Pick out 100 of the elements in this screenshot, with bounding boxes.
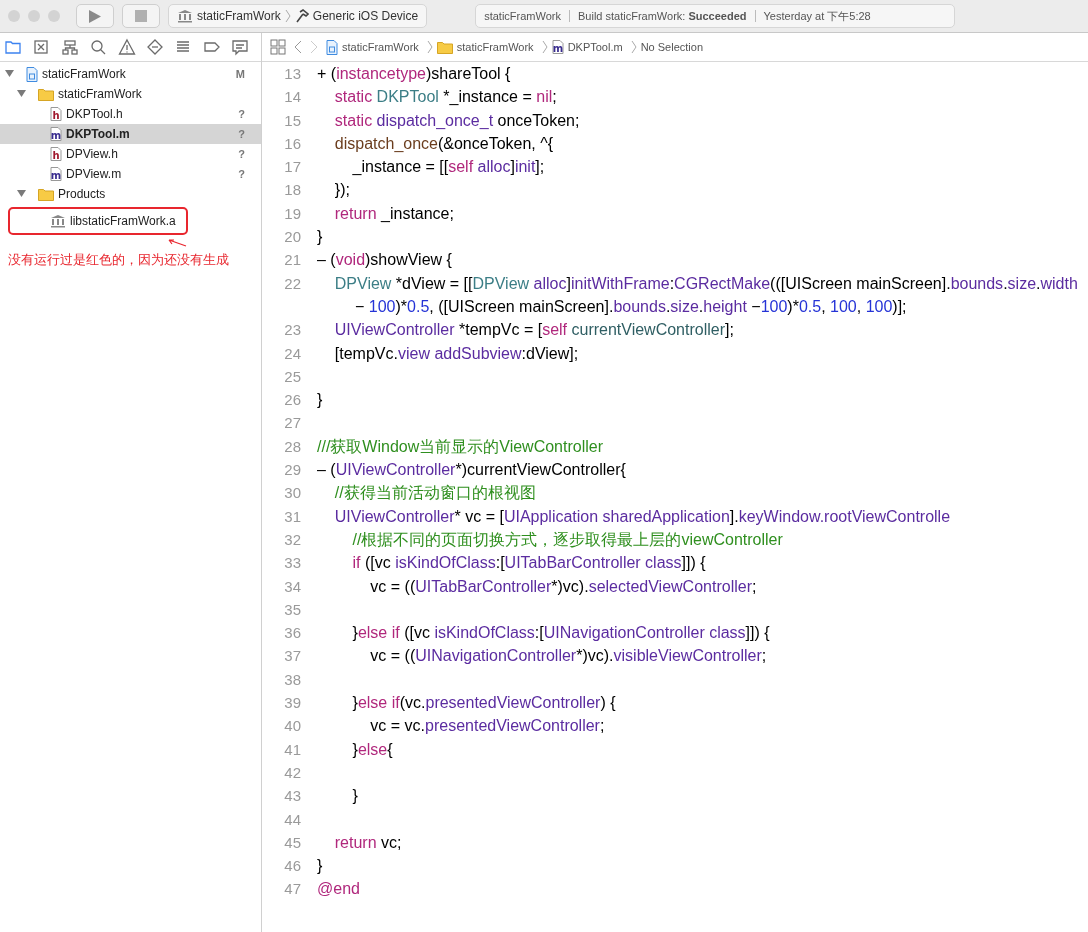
navigator-row[interactable]: m DPView.m ?	[0, 164, 261, 184]
file-name: libstaticFramWork.a	[70, 213, 176, 230]
line-number: 42	[283, 762, 301, 783]
warning-icon[interactable]	[117, 38, 136, 56]
source-file-icon: m	[50, 167, 62, 181]
code-line: + (instancetype)shareTool {	[317, 64, 511, 84]
file-name: DKPTool.h	[66, 106, 123, 123]
annotation-arrow	[167, 239, 187, 247]
disclosure-triangle-icon[interactable]	[4, 70, 14, 78]
code-line: – (UIViewController*)currentViewController{	[317, 460, 626, 481]
line-number: 29	[283, 460, 301, 481]
hammer-icon	[294, 9, 309, 23]
line-number: 37	[283, 646, 301, 667]
hierarchy-icon[interactable]	[60, 38, 79, 56]
disclosure-triangle-icon[interactable]	[16, 90, 26, 98]
folder-icon[interactable]	[4, 38, 22, 56]
code-line: return vc;	[333, 832, 402, 853]
line-number: 30	[283, 483, 301, 504]
line-number: 27	[283, 413, 301, 434]
line-number: 25	[283, 366, 301, 387]
code-line: ///获取Window当前显示的ViewController	[317, 436, 603, 457]
code-line: }else if ([vc isKindOfClass:[UINavigationController class]]) {	[351, 623, 770, 644]
code-line: if ([vc isKindOfClass:[UITabBarController class]]) {	[351, 553, 706, 574]
navigator-row[interactable]: libstaticFramWork.a	[8, 207, 188, 235]
scheme-selector[interactable]: staticFramWork Generic iOS Device	[168, 4, 428, 28]
navigator-row[interactable]: m DKPTool.m ?	[0, 124, 261, 144]
line-number: 31	[283, 506, 301, 527]
line-number: 46	[283, 856, 301, 877]
breadcrumb-item[interactable]: No Selection	[640, 38, 704, 56]
code-line: – (void)showView {	[317, 250, 452, 271]
code-line: DPView *dView = [[DPView alloc]initWithFrame:CGRectMake(([UIScreen mainScreen].bounds.size.width − 100)*0.5, ([UIScreen mainScreen].bounds.size.height −100)*0.5, 100, 100)];	[333, 273, 1079, 317]
library-icon	[177, 9, 193, 23]
navigator-row[interactable]: staticFramWork M	[0, 64, 261, 84]
code-line: }else if(vc.presentedViewController) {	[351, 693, 616, 713]
breadcrumb-item[interactable]: staticFramWork	[456, 38, 534, 56]
line-number: 19	[283, 203, 301, 224]
file-name: staticFramWork	[42, 66, 126, 83]
line-number: 13	[283, 64, 301, 84]
folder-icon	[38, 187, 54, 201]
file-name: DPView.h	[66, 146, 118, 163]
code-line: vc = ((UITabBarController*)vc).selectedViewController;	[369, 576, 757, 597]
line-number: 18	[283, 180, 301, 201]
code-line: UIViewController* vc = [UIApplication sharedApplication].keyWindow.rootViewControlle	[333, 506, 951, 527]
code-line: }else{	[351, 739, 394, 760]
header-file-icon: h	[50, 107, 62, 121]
code-line: }	[317, 227, 324, 248]
line-number: 39	[283, 693, 301, 713]
line-number: 24	[283, 343, 301, 364]
build-status: Build staticFramWork: Succeeded	[578, 8, 747, 24]
code-line: }	[317, 856, 324, 877]
status-label: M	[235, 66, 245, 82]
status-label: ?	[238, 146, 245, 162]
play-icon	[89, 9, 101, 23]
disclosure-triangle-icon[interactable]	[16, 190, 26, 198]
navigator-row[interactable]: h DPView.h ?	[0, 144, 261, 164]
code-line: }	[317, 390, 324, 411]
file-name: DPView.m	[66, 166, 122, 183]
line-number: 45	[283, 832, 301, 853]
folder-icon	[38, 87, 54, 101]
file-name: staticFramWork	[58, 86, 142, 103]
navigator-row[interactable]: h DKPTool.h ?	[0, 104, 261, 124]
library-icon	[50, 214, 66, 228]
breadcrumb-item[interactable]: DKPTool.m	[567, 38, 623, 56]
code-line: UIViewController *tempVc = [self currentViewController];	[333, 320, 734, 341]
breadcrumb-item[interactable]: staticFramWork	[342, 38, 419, 56]
code-line: vc = ((UINavigationController*)vc).visibleViewController;	[369, 646, 767, 667]
navigator-row[interactable]: Products	[0, 184, 261, 204]
folder-icon	[436, 40, 453, 54]
run-button[interactable]	[76, 4, 114, 28]
line-number: 36	[283, 623, 301, 644]
line-number: 47	[283, 879, 301, 900]
code-line: static dispatch_once_t onceToken;	[333, 110, 580, 131]
line-number: 32	[283, 529, 301, 550]
back-icon[interactable]	[294, 40, 302, 54]
code-line: vc = vc.presentedViewController;	[369, 716, 605, 737]
status-label: ?	[238, 166, 245, 182]
code-line: }	[351, 786, 359, 807]
source-file-icon: m	[551, 40, 564, 54]
line-number: 33	[283, 553, 301, 574]
grid-icon[interactable]	[270, 39, 286, 55]
line-number: 28	[283, 436, 301, 457]
status-label: ?	[238, 126, 245, 142]
code-line: });	[333, 180, 351, 201]
line-number: 23	[283, 320, 301, 341]
search-icon[interactable]	[89, 38, 108, 56]
header-file-icon: h	[50, 147, 62, 161]
navigator-row[interactable]: staticFramWork	[0, 84, 261, 104]
line-number: 35	[283, 599, 301, 620]
line-number: 22	[283, 273, 301, 294]
code-line: dispatch_once(&onceToken, ^{	[333, 133, 555, 154]
message-icon[interactable]	[231, 38, 249, 56]
line-number: 34	[283, 576, 301, 597]
activity-project: staticFramWork	[484, 8, 561, 24]
diamond-icon[interactable]	[145, 38, 164, 56]
annotation-note: 没有运行过是红色的，因为还没有生成	[7, 252, 230, 269]
project-file-icon	[26, 66, 38, 82]
line-number: 21	[283, 250, 301, 271]
square-icon[interactable]	[32, 38, 51, 56]
source-file-icon: m	[50, 127, 62, 141]
line-number: 43	[283, 786, 301, 807]
